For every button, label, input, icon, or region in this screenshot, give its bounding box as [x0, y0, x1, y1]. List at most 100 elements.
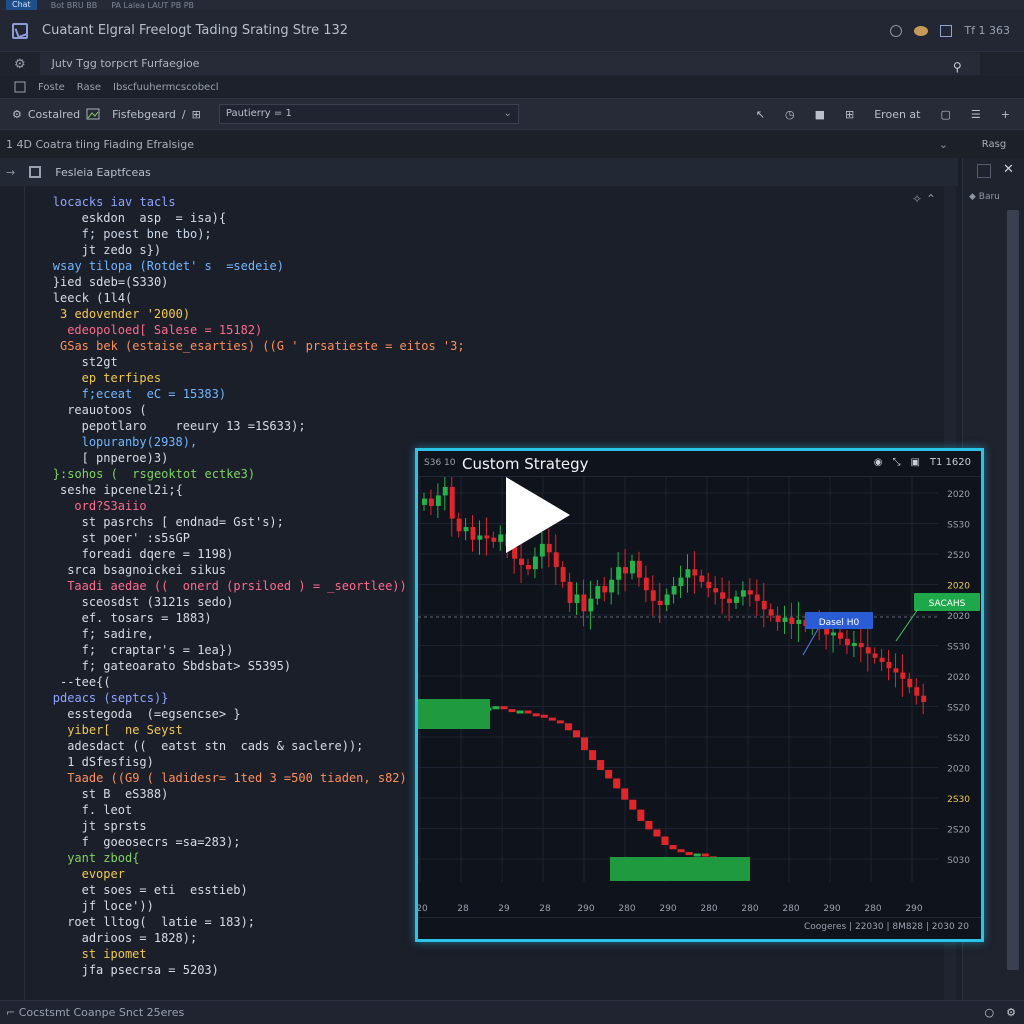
candle-body [685, 852, 693, 856]
candle-body [636, 560, 642, 578]
code-line: wsay tilopa (Rotdet' s =sedeie) [52, 259, 284, 273]
stop-icon[interactable]: ■ [815, 108, 825, 121]
code-line: }ied sdeb=(S330) [52, 275, 169, 289]
layout-icon: ⊞ [191, 107, 201, 121]
toolbar-right-label[interactable]: Eroen at [874, 108, 920, 121]
checkbox-icon[interactable] [977, 164, 991, 178]
candle-body [581, 594, 587, 612]
code-line: f; gateoarato Sbdsbat> S5395) [81, 659, 292, 673]
code-line: f; poest bne tbo); [81, 227, 212, 241]
code-line: }:sohos ( rsgeoktot ectke3) [52, 467, 256, 481]
search-icon[interactable]: ⚲ [953, 56, 962, 78]
draw-icon[interactable]: ⤡ [892, 457, 900, 468]
code-line: ord?S3aiio [74, 499, 147, 513]
code-line: eskdon asp = isa){ [81, 211, 227, 225]
code-line: f. leot [81, 803, 133, 817]
window-title: Cuatant Elgral Freelogt Tading Srating S… [42, 23, 349, 38]
top-tab[interactable]: Bot BRU BB [51, 1, 97, 10]
candle-body [858, 642, 864, 648]
code-line: edeopoloed[ Salese = 15182) [67, 323, 263, 337]
search-input[interactable]: Jutv Tgg torpcrt Furfaegioe ⚲ [39, 53, 980, 78]
candle-body [629, 799, 637, 810]
code-line: st2gt [81, 355, 118, 369]
candle-body [637, 809, 645, 821]
candle-body [588, 598, 594, 612]
x-tick-label: 290 [659, 904, 676, 914]
candle-body [456, 518, 462, 532]
toolbar-board[interactable]: Fisfebgeard / ⊞ [112, 108, 201, 121]
candle-body [630, 560, 635, 574]
candlestick-plot[interactable]: 2020SS30252020202020SS302020SS20SS202020… [418, 477, 981, 923]
top-tab[interactable]: PA Lalea LAUT PB PB [111, 1, 194, 10]
cursor-icon[interactable]: ↖ [756, 108, 765, 121]
window-icon[interactable]: ▣ [910, 457, 919, 468]
code-line: reauotoos ( [67, 403, 147, 417]
record-icon[interactable]: ◉ [874, 457, 883, 468]
candle-body [650, 590, 656, 601]
candle-body [706, 581, 712, 589]
candle-body [532, 556, 538, 570]
x-tick-label: 29 [498, 904, 510, 914]
history-icon[interactable]: ◷ [785, 108, 795, 121]
candle-body [796, 619, 802, 625]
code-line: foreadi dqere = 1198) [81, 547, 234, 561]
candle-body [740, 590, 746, 597]
candle-body [613, 778, 621, 789]
panel-icon[interactable]: ▢ [941, 108, 951, 121]
candle-body [851, 642, 857, 646]
top-tab[interactable]: Chat [6, 0, 37, 10]
candle-body [720, 592, 726, 599]
chart-window[interactable]: S36 10 Custom Strategy ◉ ⤡ ▣ T1 1620 202… [415, 448, 984, 942]
add-icon[interactable]: + [1001, 108, 1010, 121]
x-tick-label: 280 [864, 904, 881, 914]
chart-small-label: S36 10 [424, 458, 456, 468]
candle-body [428, 498, 434, 506]
candle-body [484, 535, 490, 539]
parameter-select[interactable]: Pautierry = 1 ⌄ [218, 104, 519, 124]
code-line: pepotlaro reeury 13 =1S633); [81, 419, 306, 433]
arrow-right-icon[interactable]: → [6, 166, 15, 179]
window-icon[interactable] [940, 24, 953, 37]
settings-icon[interactable]: ⚙ [1006, 1006, 1016, 1019]
record-icon[interactable] [890, 24, 903, 37]
menu-icon[interactable]: ☰ [971, 108, 981, 121]
candle-body [692, 569, 698, 576]
candle-body [775, 615, 781, 622]
status-right: ○ ⚙ [985, 1006, 1016, 1019]
menu-item[interactable]: Ibscfuuhermcscobecl [113, 82, 218, 93]
image-icon [86, 108, 100, 120]
candle-body [463, 527, 469, 532]
settings-icon[interactable]: ⚙ [14, 57, 26, 72]
menu-item[interactable]: Foste [38, 82, 65, 93]
chevron-down-icon[interactable]: ⌄ [939, 138, 948, 151]
candle-body [605, 769, 613, 779]
candle-body [532, 713, 540, 717]
candle-body [669, 845, 677, 850]
candle-body [699, 575, 705, 582]
toolbar-item-1: Costalred [27, 107, 81, 121]
pin-icon[interactable]: ✧ ⌃ [912, 192, 936, 206]
candle-body [789, 617, 795, 625]
layout-icon[interactable]: ⊞ [845, 108, 854, 121]
code-line: st ipomet [81, 947, 147, 961]
code-line: pdeacs (septcs)} [52, 691, 169, 705]
title-right-label: Tf 1 363 [964, 24, 1010, 37]
code-line: Taade ((G9 ( ladidesr= 1ted 3 =500 tiade… [67, 771, 407, 785]
menu-item[interactable]: Rase [77, 82, 101, 93]
candle-body [435, 495, 441, 506]
x-tick-label: 290 [823, 904, 840, 914]
close-icon[interactable]: ✕ [1003, 162, 1014, 177]
candle-body [761, 600, 767, 610]
sidebar-scrollbar[interactable] [1007, 210, 1019, 970]
toolbar-settings[interactable]: ⚙ Costalred [12, 108, 100, 121]
status-dot-icon [914, 25, 929, 36]
y-tick-label: SS20 [947, 734, 970, 744]
candle-body [685, 569, 691, 578]
play-icon[interactable] [506, 477, 570, 553]
candle-body [653, 829, 661, 837]
circle-icon[interactable]: ○ [985, 1006, 995, 1019]
chart-header-right: T1 1620 [929, 457, 971, 468]
code-line: f; craptar's = 1ea}) [81, 643, 234, 657]
y-tick-label: 2S20 [947, 826, 970, 836]
x-tick-label: 280 [782, 904, 799, 914]
